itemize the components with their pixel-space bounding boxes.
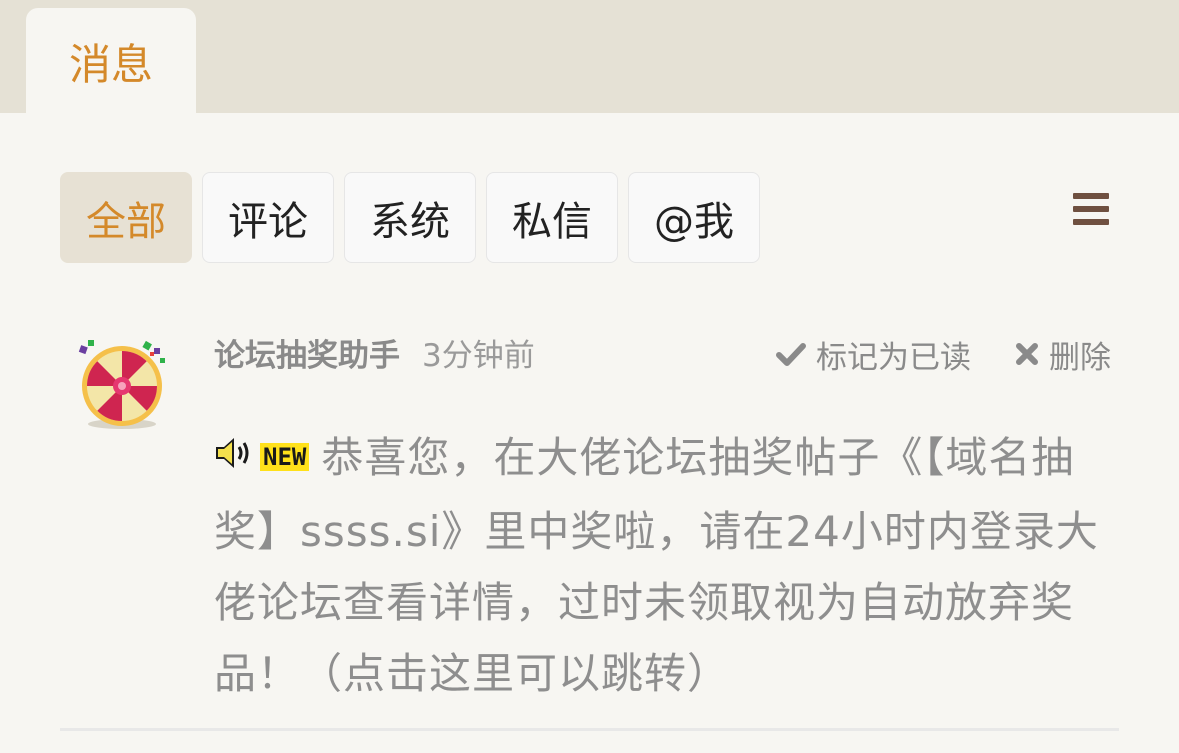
divider xyxy=(60,728,1119,731)
filter-comments[interactable]: 评论 xyxy=(202,172,334,263)
mark-read-button[interactable]: 标记为已读 xyxy=(776,332,971,377)
delete-label: 删除 xyxy=(1049,339,1111,376)
filter-comments-label: 评论 xyxy=(228,198,308,245)
message-meta: 论坛抽奖助手 3分钟前 xyxy=(214,330,535,374)
filter-private-messages-label: 私信 xyxy=(512,198,592,245)
mark-read-label: 标记为已读 xyxy=(816,339,971,376)
filter-mentions-label: @我 xyxy=(654,198,734,245)
filter-tabs: 全部 评论 系统 私信 @我 xyxy=(60,172,760,264)
message-actions: 标记为已读 删除 xyxy=(776,332,1111,376)
message-content[interactable]: NEW 恭喜您，在大佬论坛抽奖帖子《【域名抽奖】ssss.si》里中奖啦，请在2… xyxy=(214,422,1119,709)
hamburger-menu-icon[interactable] xyxy=(1073,193,1109,225)
tab-messages[interactable]: 消息 xyxy=(26,8,196,114)
message-text: 恭喜您，在大佬论坛抽奖帖子《【域名抽奖】ssss.si》里中奖啦，请在24小时内… xyxy=(214,433,1099,698)
menu-line xyxy=(1073,206,1109,212)
filter-private-messages[interactable]: 私信 xyxy=(486,172,618,263)
speaker-icon xyxy=(214,421,254,492)
filter-all-label: 全部 xyxy=(86,198,166,245)
filter-mentions[interactable]: @我 xyxy=(628,172,760,263)
new-badge: NEW xyxy=(214,421,310,492)
prize-wheel-icon[interactable] xyxy=(78,340,170,432)
checkmark-icon xyxy=(776,342,806,366)
delete-button[interactable]: 删除 xyxy=(1015,332,1111,377)
menu-line xyxy=(1073,193,1109,199)
menu-line xyxy=(1073,219,1109,225)
close-icon xyxy=(1015,342,1039,366)
new-badge-text: NEW xyxy=(260,442,310,471)
filter-system-label: 系统 xyxy=(370,198,450,245)
top-bar: 消息 xyxy=(0,0,1179,114)
filter-system[interactable]: 系统 xyxy=(344,172,476,263)
tab-messages-label: 消息 xyxy=(68,39,153,89)
filter-all[interactable]: 全部 xyxy=(60,172,192,263)
message-time: 3分钟前 xyxy=(422,337,535,374)
sender-name[interactable]: 论坛抽奖助手 xyxy=(214,330,400,375)
